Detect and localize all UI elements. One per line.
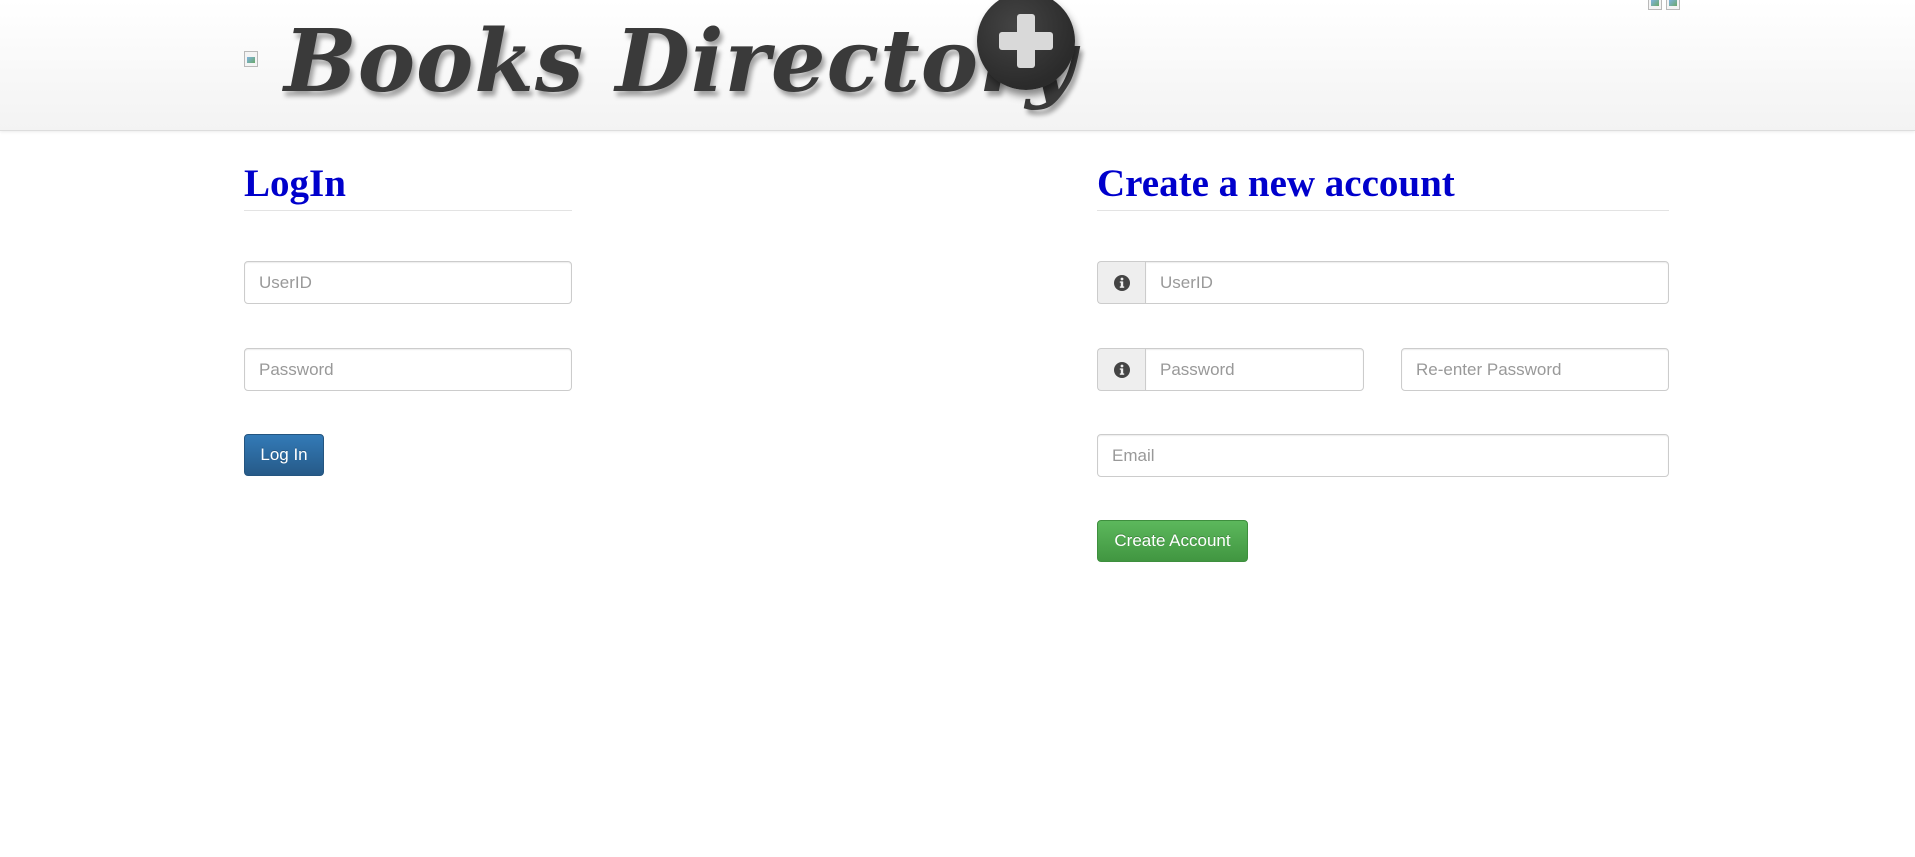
register-reenter-password-input[interactable] [1401, 348, 1669, 391]
info-icon [1114, 361, 1130, 378]
broken-image-icon [1648, 0, 1662, 10]
site-logo-title[interactable]: Books Directory [284, 2, 1076, 122]
info-icon [1114, 274, 1130, 291]
broken-image-icon [244, 51, 258, 67]
login-heading: LogIn [244, 162, 346, 205]
plus-icon[interactable] [977, 0, 1075, 90]
register-divider [1097, 210, 1669, 211]
userid-info-addon[interactable] [1097, 261, 1146, 304]
password-info-addon[interactable] [1097, 348, 1146, 391]
site-header: Books Directory [0, 0, 1915, 131]
create-account-button[interactable]: Create Account [1097, 520, 1248, 562]
register-password-input[interactable] [1145, 348, 1364, 391]
login-button[interactable]: Log In [244, 434, 324, 476]
register-heading: Create a new account [1097, 162, 1455, 205]
broken-image-icon [1666, 0, 1680, 10]
register-userid-input[interactable] [1145, 261, 1669, 304]
register-email-input[interactable] [1097, 434, 1669, 477]
login-password-input[interactable] [244, 348, 572, 391]
login-userid-input[interactable] [244, 261, 572, 304]
login-divider [244, 210, 572, 211]
